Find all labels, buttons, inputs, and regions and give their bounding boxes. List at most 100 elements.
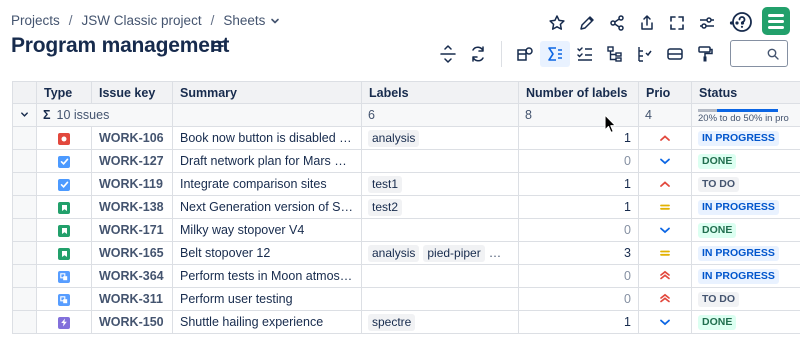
sum-toggle-icon[interactable] (540, 41, 570, 67)
issue-summary[interactable]: Milky way stopover V4 (172, 218, 362, 242)
issue-key[interactable]: WORK-138 (91, 195, 173, 219)
column-header-prio[interactable]: Prio (638, 81, 692, 104)
issue-summary[interactable]: Perform tests in Moon atmosphere (172, 264, 362, 288)
column-header-type[interactable]: Type (36, 81, 92, 104)
issue-key[interactable]: WORK-364 (91, 264, 173, 288)
label-chip[interactable]: test2 (368, 198, 403, 216)
more-labels-indicator[interactable]: … (489, 246, 503, 260)
priority-high-icon[interactable] (638, 126, 692, 150)
row-header[interactable] (12, 126, 37, 150)
issue-status[interactable]: TO DO (691, 172, 800, 196)
status-lozenge[interactable]: DONE (698, 154, 737, 169)
issue-summary[interactable]: Belt stopover 12 (172, 241, 362, 265)
refresh-icon[interactable] (463, 41, 493, 67)
label-chip[interactable]: spectre (368, 313, 416, 331)
sort-hierarchy-icon[interactable] (630, 41, 660, 67)
issue-status[interactable]: IN PROGRESS (691, 264, 800, 288)
breadcrumb-projects[interactable]: Projects (11, 13, 60, 28)
status-lozenge[interactable]: IN PROGRESS (698, 131, 779, 146)
priority-medium-icon[interactable] (638, 241, 692, 265)
issue-status[interactable]: DONE (691, 310, 800, 334)
table-row[interactable]: WORK-119 Integrate comparison sites test1 1… (12, 172, 800, 196)
priority-high-icon[interactable] (638, 172, 692, 196)
row-header[interactable] (12, 287, 37, 311)
priority-highest-icon[interactable] (638, 264, 692, 288)
number-of-labels[interactable]: 1 (518, 126, 639, 150)
star-icon[interactable] (542, 10, 572, 36)
issue-key[interactable]: WORK-127 (91, 149, 173, 173)
column-header-summary[interactable]: Summary (172, 81, 362, 104)
issue-status[interactable]: DONE (691, 218, 800, 242)
table-row[interactable]: WORK-171 Milky way stopover V4 0 DONE (12, 218, 800, 242)
status-lozenge[interactable]: TO DO (698, 177, 740, 192)
status-lozenge[interactable]: IN PROGRESS (698, 200, 779, 215)
export-icon[interactable] (632, 10, 662, 36)
issue-labels[interactable] (361, 218, 519, 242)
priority-low-icon[interactable] (638, 149, 692, 173)
issue-status[interactable]: DONE (691, 149, 800, 173)
label-chip[interactable]: pied-piper (423, 244, 485, 262)
share-icon[interactable] (602, 10, 632, 36)
priority-low-icon[interactable] (638, 218, 692, 242)
issue-summary[interactable]: Draft network plan for Mars Office (172, 149, 362, 173)
app-logo[interactable] (762, 7, 790, 35)
row-header[interactable] (12, 195, 37, 219)
issue-labels[interactable] (361, 287, 519, 311)
edit-pencil-icon[interactable] (572, 10, 602, 36)
help-icon[interactable] (730, 10, 754, 34)
table-row[interactable]: WORK-150 Shuttle hailing experience spectr… (12, 310, 800, 334)
row-header[interactable] (12, 310, 37, 334)
issue-status[interactable]: IN PROGRESS (691, 241, 800, 265)
format-painter-icon[interactable] (690, 41, 720, 67)
issue-labels[interactable]: test2 (361, 195, 519, 219)
label-chip[interactable]: analysis (368, 129, 420, 147)
row-header[interactable] (12, 241, 37, 265)
issue-key[interactable]: WORK-106 (91, 126, 173, 150)
issue-summary[interactable]: Perform user testing (172, 287, 362, 311)
table-row[interactable]: WORK-165 Belt stopover 12 analysis pied-pip… (12, 241, 800, 265)
column-header-status[interactable]: Status (691, 81, 800, 104)
status-lozenge[interactable]: IN PROGRESS (698, 269, 779, 284)
table-row[interactable]: WORK-364 Perform tests in Moon atmosphere… (12, 264, 800, 288)
issue-key[interactable]: WORK-150 (91, 310, 173, 334)
number-of-labels[interactable]: 1 (518, 310, 639, 334)
issue-labels[interactable]: spectre (361, 310, 519, 334)
status-lozenge[interactable]: DONE (698, 315, 737, 330)
issue-status[interactable]: IN PROGRESS (691, 195, 800, 219)
number-of-labels[interactable]: 0 (518, 264, 639, 288)
number-of-labels[interactable]: 1 (518, 172, 639, 196)
issue-key[interactable]: WORK-311 (91, 287, 173, 311)
number-of-labels[interactable]: 0 (518, 149, 639, 173)
status-lozenge[interactable]: TO DO (698, 292, 740, 307)
column-header-issue-key[interactable]: Issue key (91, 81, 173, 104)
chevron-down-icon[interactable] (270, 16, 280, 26)
fullscreen-icon[interactable] (662, 10, 692, 36)
issue-labels[interactable]: analysis (361, 126, 519, 150)
number-of-labels[interactable]: 1 (518, 195, 639, 219)
issue-labels[interactable] (361, 264, 519, 288)
search-input[interactable] (730, 40, 788, 67)
settings-sliders-icon[interactable] (692, 10, 722, 36)
label-chip[interactable]: test1 (368, 175, 403, 193)
issue-status[interactable]: TO DO (691, 287, 800, 311)
breadcrumb-sheets[interactable]: Sheets (223, 13, 265, 28)
status-lozenge[interactable]: DONE (698, 223, 737, 238)
issue-summary[interactable]: Book now button is disabled / un… (172, 126, 362, 150)
breadcrumb-project[interactable]: JSW Classic project (82, 13, 202, 28)
issue-key[interactable]: WORK-119 (91, 172, 173, 196)
title-menu-icon[interactable] (210, 38, 226, 54)
issue-key[interactable]: WORK-165 (91, 241, 173, 265)
number-of-labels[interactable]: 0 (518, 287, 639, 311)
collapse-chevron-icon[interactable] (12, 103, 37, 127)
row-header[interactable] (12, 264, 37, 288)
card-view-icon[interactable] (660, 41, 690, 67)
column-header-labels[interactable]: Labels (361, 81, 519, 104)
table-row[interactable]: WORK-127 Draft network plan for Mars Offi… (12, 149, 800, 173)
issue-summary[interactable]: Next Generation version of SeeS… (172, 195, 362, 219)
table-row[interactable]: WORK-138 Next Generation version of SeeS…… (12, 195, 800, 219)
row-header[interactable] (12, 149, 37, 173)
column-header-number-of-labels[interactable]: Number of labels (518, 81, 639, 104)
issue-summary[interactable]: Integrate comparison sites (172, 172, 362, 196)
hierarchy-icon[interactable] (600, 41, 630, 67)
issue-summary[interactable]: Shuttle hailing experience (172, 310, 362, 334)
